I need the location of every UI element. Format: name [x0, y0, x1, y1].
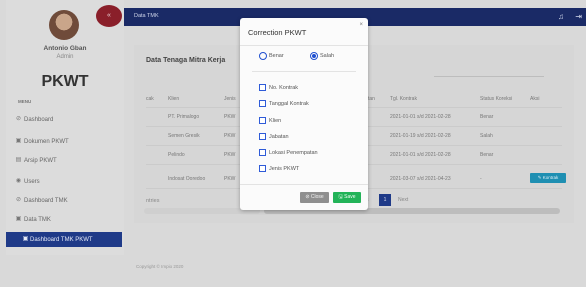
cell-klien: Pelindo [168, 152, 185, 158]
checkbox-jenis-pkwt[interactable]: Jenis PKWT [259, 165, 299, 172]
sidebar-item-label: Dashboard [24, 116, 54, 123]
cell-tgl: 2021-01-19 s/d 2021-02-28 [390, 133, 451, 139]
archive-icon: ▤ [15, 157, 22, 163]
sidebar-collapse-button[interactable]: « [96, 5, 122, 27]
sidebar-item-label: Dashboard TMK PKWT [30, 236, 93, 243]
sidebar-item-label: Users [24, 178, 40, 185]
cell-klien: Indosat Ooredoo [168, 176, 206, 182]
sidebar-item-label: Dokumen PKWT [24, 138, 69, 145]
checkbox-no-kontrak[interactable]: No. Kontrak [259, 84, 298, 91]
sidebar-item-dashboard-tmk-pkwt[interactable]: ▣ Dashboard TMK PKWT [6, 232, 122, 247]
menu-heading: MENU [18, 99, 32, 104]
checkbox-label: Lokasi Penempatan [269, 149, 318, 156]
cell-klien: Semen Gresik [168, 133, 200, 139]
avatar [49, 10, 79, 40]
column-header[interactable]: Tgl. Kontrak [390, 96, 417, 102]
checkbox[interactable] [259, 165, 266, 172]
checkbox-label: No. Kontrak [269, 84, 299, 91]
checkbox-label: Jenis PKWT [269, 165, 300, 172]
correction-modal: Correction PKWT × Benar Salah No. Kontra… [240, 18, 368, 210]
dashboard-tmk-pkwt-icon: ▣ [22, 236, 29, 242]
data-tmk-icon: ▣ [15, 216, 22, 222]
radio-label: Salah [320, 53, 335, 59]
checkbox[interactable] [259, 100, 266, 107]
divider [240, 45, 368, 46]
cell-tgl: 2021-01-01 s/d 2021-02-28 [390, 114, 451, 120]
search-input[interactable] [434, 67, 544, 77]
checkbox-label: Klien [269, 117, 282, 124]
column-header[interactable]: Aksi [530, 96, 539, 102]
column-header[interactable]: tan [368, 96, 375, 102]
sidebar-item-label: Data TMK [24, 216, 51, 223]
cell-status: Benar [480, 114, 494, 120]
cell-jenis: PKW [224, 152, 236, 158]
cell-status: Benar [480, 152, 494, 158]
kontrak-button[interactable]: ✎ Kontrak [530, 173, 566, 183]
modal-title: Correction PKWT [248, 28, 307, 37]
sidebar-item-label: Arsip PKWT [24, 157, 57, 164]
sidebar-item-dokumen-pkwt[interactable]: ▣ Dokumen PKWT [6, 134, 124, 149]
checkbox-label: Tanggal Kontrak [269, 100, 309, 107]
column-header[interactable]: Klien [168, 96, 179, 102]
sidebar: Antonio Gban Admin PKWT MENU ⊘ Dashboard… [6, 0, 124, 255]
column-header[interactable]: Status Koreksi [480, 96, 512, 102]
checkbox-klien[interactable]: Klien [259, 117, 281, 124]
cell-status: - [480, 176, 482, 182]
checkbox-lokasi-penempatan[interactable]: Lokasi Penempatan [259, 149, 318, 156]
cell-klien: PT. Primalogo [168, 114, 200, 120]
user-role: Admin [56, 54, 74, 60]
users-icon: ◉ [15, 178, 22, 184]
save-button[interactable]: 🖫 Save [333, 192, 361, 203]
sidebar-item-dashboard[interactable]: ⊘ Dashboard [6, 112, 124, 127]
brand-title: PKWT [41, 73, 89, 90]
cell-status: Salah [480, 133, 493, 139]
sidebar-item-data-tmk[interactable]: ▣ Data TMK [6, 212, 124, 227]
page-title: Data Tenaga Mitra Kerja [146, 57, 226, 64]
checkbox[interactable] [259, 84, 266, 91]
checkbox[interactable] [259, 117, 266, 124]
checkbox-tanggal-kontrak[interactable]: Tanggal Kontrak [259, 100, 309, 107]
dashboard-tmk-icon: ⊘ [15, 197, 22, 203]
cell-tgl: 2021-03-07 s/d 2021-04-23 [390, 176, 451, 182]
radio-button[interactable] [310, 52, 318, 60]
checkbox[interactable] [259, 133, 266, 140]
radio-benar[interactable]: Benar [259, 52, 284, 60]
sidebar-item-arsip-pkwt[interactable]: ▤ Arsip PKWT [6, 153, 124, 168]
sidebar-item-dashboard-tmk[interactable]: ⊘ Dashboard TMK [6, 193, 124, 208]
checkbox-label: Jabatan [269, 133, 289, 140]
radio-salah[interactable]: Salah [310, 52, 334, 60]
sidebar-item-users[interactable]: ◉ Users [6, 174, 124, 189]
checkbox-jabatan[interactable]: Jabatan [259, 133, 289, 140]
pagination-current-page[interactable]: 1 [379, 194, 391, 206]
entries-label: ntries [146, 198, 160, 204]
radio-label: Benar [269, 53, 284, 59]
radio-button[interactable] [259, 52, 267, 60]
divider [240, 184, 368, 185]
column-header[interactable]: Jenis [224, 96, 236, 102]
footer-copyright: Copyright © Impio 2020 [136, 264, 184, 269]
dashboard-icon: ⊘ [15, 116, 22, 122]
pagination-next[interactable]: Next [398, 197, 408, 203]
close-button[interactable]: ⊘ Close [300, 192, 329, 203]
topbar-title: Data TMK [134, 13, 159, 19]
cell-tgl: 2021-01-01 s/d 2021-02-28 [390, 152, 451, 158]
cell-jenis: PKW [224, 133, 236, 139]
divider [252, 71, 356, 72]
bell-icon[interactable]: ♫ [558, 12, 564, 21]
cell-jenis: PKW [224, 176, 236, 182]
logout-icon[interactable]: ⇥ [575, 12, 582, 21]
column-header[interactable]: cak [146, 96, 154, 102]
app-frame: Antonio Gban Admin PKWT MENU ⊘ Dashboard… [0, 0, 586, 287]
checkbox[interactable] [259, 149, 266, 156]
user-name: Antonio Gban [43, 45, 87, 52]
close-icon[interactable]: × [359, 22, 363, 28]
sidebar-item-label: Dashboard TMK [24, 197, 68, 204]
document-icon: ▣ [15, 138, 22, 144]
cell-jenis: PKW [224, 114, 236, 120]
